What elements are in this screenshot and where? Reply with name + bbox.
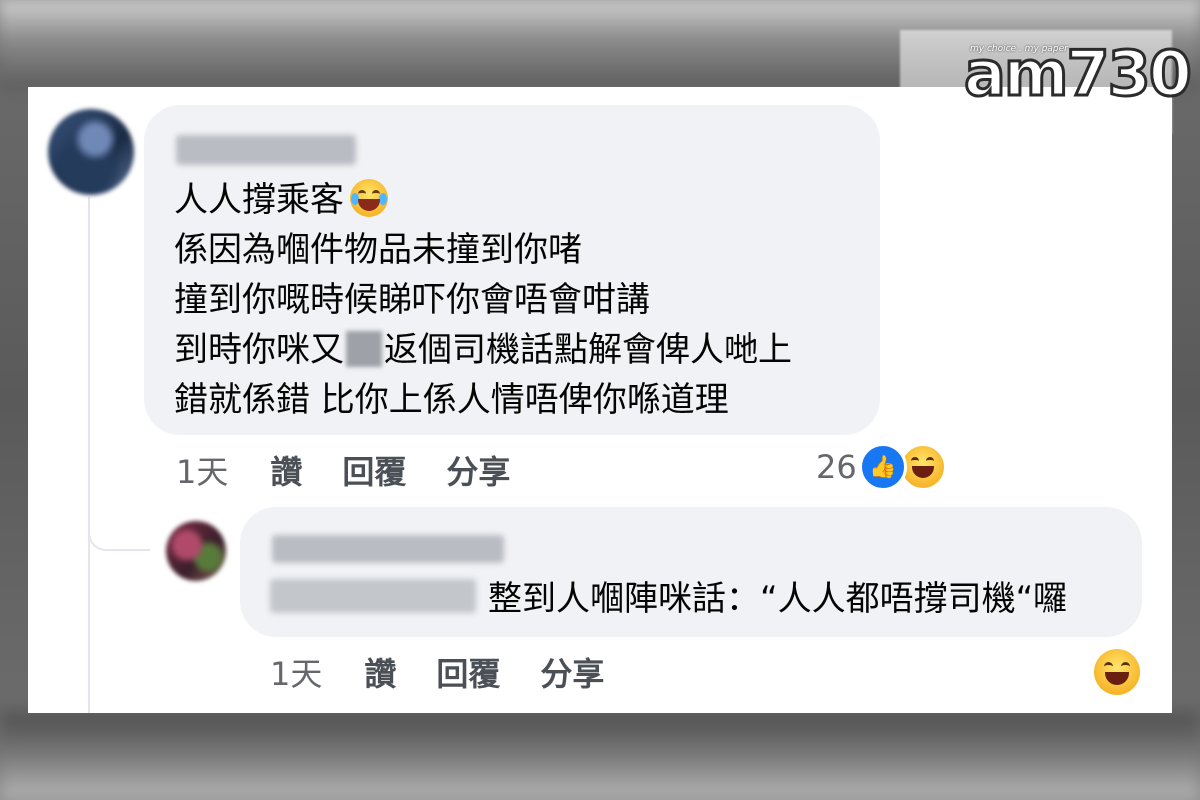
reply-like-button[interactable]: 讚 [364, 649, 396, 695]
comment-bubble: 人人撐乘客 係因為嗰件物品未撞到你啫 撞到你嘅時候睇吓你會唔會咁講 到時你咪又返… [144, 105, 880, 435]
reply-button[interactable]: 回覆 [342, 447, 406, 493]
comment-line: 錯就係錯 比你上係人情唔俾你喺道理 [174, 380, 729, 420]
reply-haha-icon[interactable] [1094, 649, 1140, 695]
laughing-tears-emoji-icon [350, 179, 388, 217]
reaction-count: 26 [816, 448, 857, 486]
comment-line: 撞到你嘅時候睇吓你會唔會咁講 [174, 280, 650, 320]
like-icon: 👍 [858, 443, 907, 491]
reply-timestamp[interactable]: 1天 [270, 649, 322, 695]
share-button[interactable]: 分享 [446, 447, 510, 493]
reply-share-button[interactable]: 分享 [540, 649, 604, 695]
commenter-name-blurred[interactable] [176, 135, 356, 165]
am730-logo: am730 [963, 37, 1194, 110]
reply-body: 整到人嗰陣咪話：“人人都唔撐司機“囉 [488, 579, 1068, 619]
commenter-avatar[interactable] [48, 109, 134, 195]
replier-avatar[interactable] [166, 521, 226, 581]
like-button[interactable]: 讚 [270, 447, 302, 493]
comment-thread-card: 人人撐乘客 係因為嗰件物品未撞到你啫 撞到你嘅時候睇吓你會唔會咁講 到時你咪又返… [28, 87, 1172, 713]
thread-line [88, 197, 90, 713]
comment-timestamp[interactable]: 1天 [176, 447, 228, 493]
comment-actions: 1天 讚 回覆 分享 [176, 447, 550, 493]
comment-line: 人人撐乘客 [174, 175, 792, 225]
tagged-user-blurred[interactable] [270, 579, 476, 613]
replier-name-blurred[interactable] [272, 535, 504, 563]
reply-reply-button[interactable]: 回覆 [436, 649, 500, 695]
comment-line: 係因為嗰件物品未撞到你啫 [174, 230, 582, 270]
background-blur-bottom [0, 712, 1200, 800]
comment-reactions[interactable]: 26 👍 [816, 443, 947, 491]
thread-connector [88, 507, 150, 551]
reply-actions: 1天 讚 回覆 分享 [270, 649, 644, 695]
comment-body: 人人撐乘客 係因為嗰件物品未撞到你啫 撞到你嘅時候睇吓你會唔會咁講 到時你咪又返… [174, 175, 792, 425]
comment-line: 到時你咪又 返個司機話點解會俾人哋上 [174, 330, 792, 370]
reply-bubble: 整到人嗰陣咪話：“人人都唔撐司機“囉 [240, 507, 1142, 637]
censored-word [346, 331, 382, 367]
